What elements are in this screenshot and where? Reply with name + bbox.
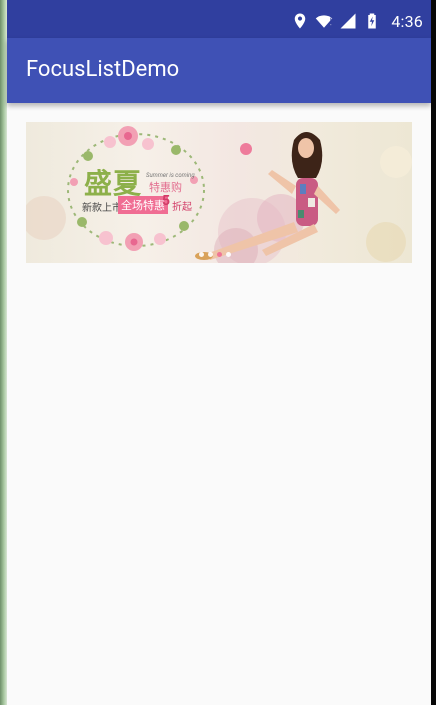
location-pin-icon — [291, 12, 309, 30]
status-bar: 4:36 — [7, 0, 431, 38]
banner-new-arrivals: 新款上市 — [82, 203, 122, 214]
page-indicator-dot-active[interactable] — [217, 252, 222, 257]
cell-signal-icon — [339, 12, 357, 30]
left-screen-edge — [0, 0, 7, 705]
focus-banner[interactable]: 盛夏 Summer is coming 特惠购 新款上市 全场特惠 5 折起 — [26, 122, 412, 263]
page-indicator-dot[interactable] — [199, 252, 204, 257]
right-screen-edge — [431, 0, 436, 705]
banner-discount-unit: 折起 — [172, 202, 192, 213]
battery-charging-icon — [363, 12, 381, 30]
page-indicator — [199, 252, 231, 257]
page-indicator-dot[interactable] — [226, 252, 231, 257]
banner-sale-badge: 全场特惠 — [118, 196, 168, 214]
phone-screen: 4:36 FocusListDemo 盛夏 Summer is coming 特… — [0, 0, 436, 705]
banner-discount-number: 5 — [162, 193, 171, 209]
app-bar: FocusListDemo — [7, 38, 431, 103]
content-area: 盛夏 Summer is coming 特惠购 新款上市 全场特惠 5 折起 — [7, 103, 431, 705]
status-icons: 4:36 — [291, 11, 423, 31]
app-title: FocusListDemo — [26, 57, 180, 82]
wifi-icon — [315, 12, 333, 30]
status-time: 4:36 — [391, 11, 423, 31]
banner-subtitle-en: Summer is coming — [146, 172, 195, 179]
page-indicator-dot[interactable] — [208, 252, 213, 257]
